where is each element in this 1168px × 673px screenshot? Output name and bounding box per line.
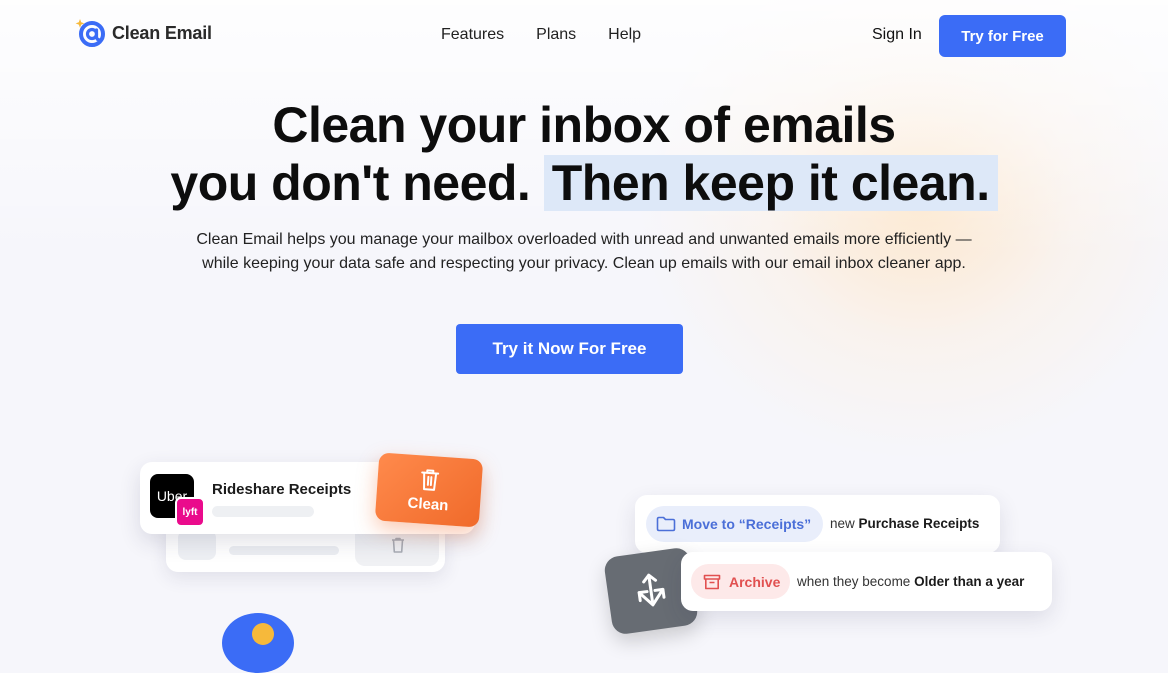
burger-placeholder-icon	[178, 530, 216, 560]
archive-box-icon	[703, 574, 721, 589]
nav-features[interactable]: Features	[441, 26, 504, 44]
placeholder-bar	[229, 546, 339, 555]
decorative-blob	[222, 613, 294, 673]
archive-rule-emphasis: Older than a year	[914, 574, 1025, 589]
folder-icon	[656, 516, 676, 532]
clean-label: Clean	[407, 494, 449, 514]
logo-link[interactable]: Clean Email	[74, 16, 212, 50]
move-rule-emphasis: Purchase Receipts	[858, 516, 980, 531]
lyft-logo: lyft	[175, 497, 205, 527]
move-rule-text: new Purchase Receipts	[830, 516, 979, 531]
trash-icon	[421, 468, 440, 491]
archive-rule-text: when they become Older than a year	[797, 574, 1024, 589]
clean-button[interactable]: Clean	[374, 452, 484, 528]
archive-pill[interactable]: Archive	[691, 564, 790, 599]
archive-rule-prefix: when they become	[797, 574, 911, 589]
move-rule-prefix: new	[830, 516, 855, 531]
move-to-receipts-pill[interactable]: Move to “Receipts”	[646, 506, 823, 542]
archive-action-label: Archive	[729, 573, 781, 590]
hero-title-highlight: Then keep it clean.	[543, 155, 998, 211]
logo-icon	[74, 16, 108, 50]
swap-arrows-icon	[637, 573, 666, 607]
nav-plans[interactable]: Plans	[536, 26, 576, 44]
trash-icon	[392, 537, 404, 553]
try-for-free-button[interactable]: Try for Free	[939, 15, 1066, 57]
hero-title: Clean your inbox of emails you don't nee…	[0, 96, 1168, 212]
decorative-dot	[252, 623, 274, 645]
rideshare-title: Rideshare Receipts	[212, 481, 352, 498]
logo-text: Clean Email	[112, 22, 212, 43]
placeholder-bar	[212, 506, 314, 517]
rule-card-move: Move to “Receipts” new Purchase Receipts	[635, 495, 1000, 553]
hero-title-line1: Clean your inbox of emails	[272, 97, 896, 153]
hero-title-line2a: you don't need.	[170, 155, 531, 211]
hero-subtitle: Clean Email helps you manage your mailbo…	[196, 231, 972, 272]
move-action-label: Move to “Receipts”	[682, 516, 812, 532]
rule-card-archive: Archive when they become Older than a ye…	[681, 552, 1052, 611]
sign-in-link[interactable]: Sign In	[872, 26, 922, 44]
nav-help[interactable]: Help	[608, 26, 641, 44]
main-nav: Features Plans Help	[441, 26, 641, 44]
try-it-now-button[interactable]: Try it Now For Free	[456, 324, 683, 374]
